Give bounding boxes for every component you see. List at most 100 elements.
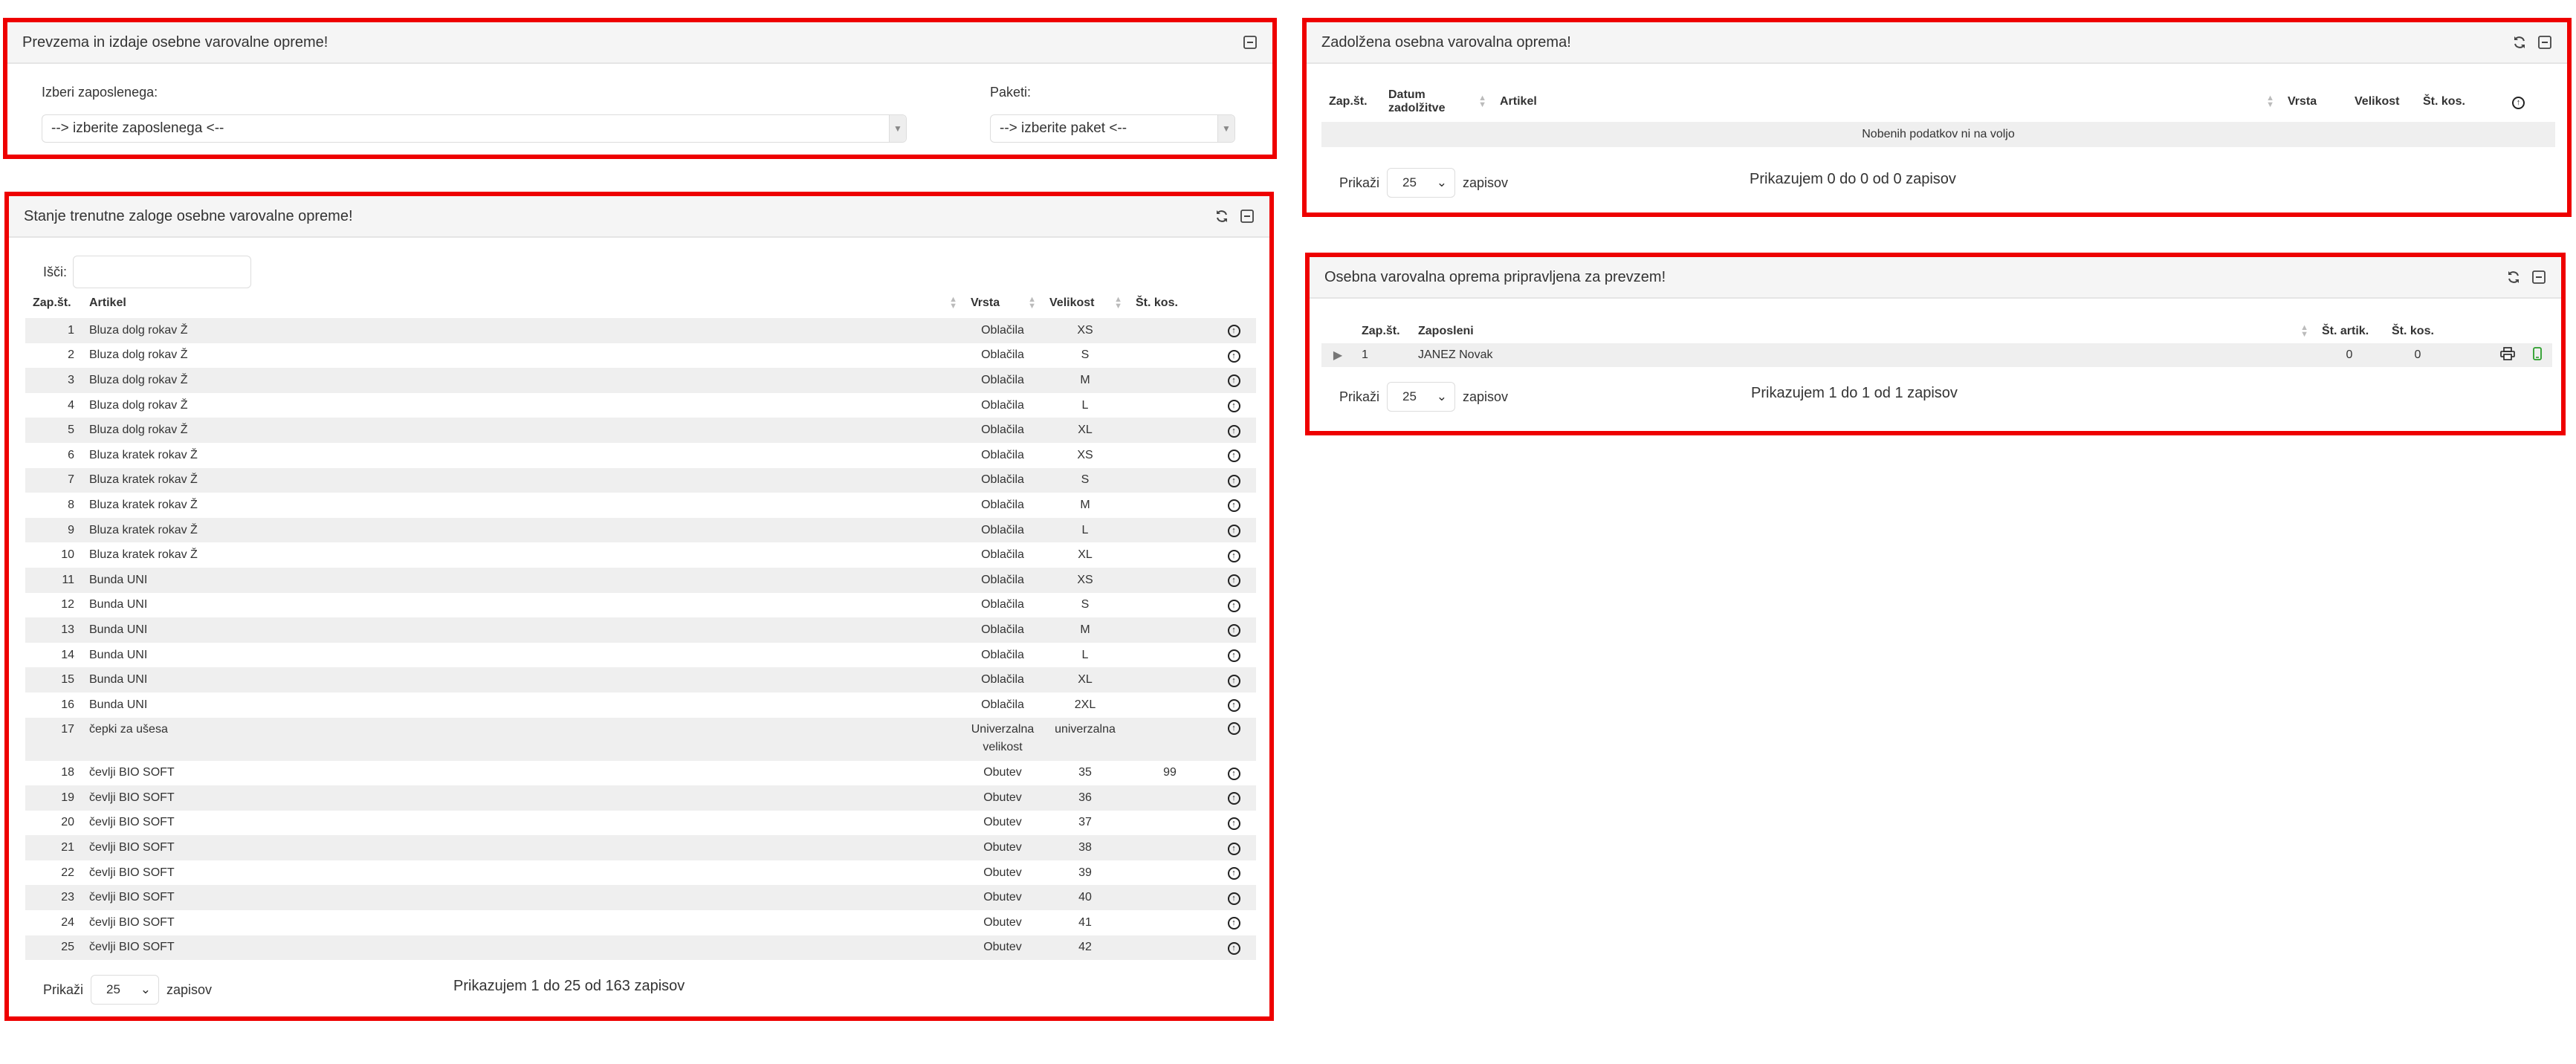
- col-header-zaposleni[interactable]: Zaposleni ▲ ▼: [1411, 319, 2314, 343]
- upload-icon[interactable]: ↑: [1227, 499, 1240, 513]
- row-action[interactable]: ↑: [1211, 418, 1256, 443]
- refresh-icon[interactable]: [2506, 270, 2521, 285]
- table-row[interactable]: 11 Bunda UNI Oblačila XS ↑: [25, 567, 1256, 593]
- upload-icon[interactable]: ↑: [1227, 624, 1240, 638]
- upload-icon[interactable]: ↑: [1227, 450, 1240, 463]
- row-action[interactable]: ↑: [1211, 785, 1256, 811]
- upload-icon[interactable]: ↑: [1227, 792, 1240, 805]
- col-header-vrsta[interactable]: Vrsta: [2280, 82, 2347, 122]
- upload-icon[interactable]: ↑: [1227, 842, 1240, 855]
- upload-icon[interactable]: ↑: [1227, 941, 1240, 955]
- col-header-vrsta[interactable]: Vrsta ▲ ▼: [963, 288, 1042, 318]
- table-row[interactable]: 17 čepki za ušesa Univerzalna velikost univ…: [25, 717, 1256, 761]
- col-header-zapst[interactable]: Zap.št.: [1354, 319, 1411, 343]
- mobile-icon[interactable]: [2522, 343, 2552, 367]
- row-action[interactable]: ↑: [1211, 860, 1256, 886]
- row-action[interactable]: ↑: [1211, 442, 1256, 468]
- upload-icon[interactable]: ↑: [1227, 374, 1240, 388]
- upload-icon[interactable]: ↑: [1227, 721, 1240, 735]
- table-row[interactable]: 14 Bunda UNI Oblačila L ↑: [25, 642, 1256, 668]
- upload-icon[interactable]: ↑: [1227, 767, 1240, 780]
- row-action[interactable]: ↑: [1211, 592, 1256, 618]
- table-row[interactable]: 24 čevlji BIO SOFT Obutev 41 ↑: [25, 910, 1256, 935]
- table-row[interactable]: 3 Bluza dolg rokav Ž Oblačila M ↑: [25, 368, 1256, 393]
- table-row[interactable]: 7 Bluza kratek rokav Ž Oblačila S ↑: [25, 467, 1256, 493]
- table-row[interactable]: 23 čevlji BIO SOFT Obutev 40 ↑: [25, 885, 1256, 911]
- refresh-icon[interactable]: [1214, 209, 1229, 224]
- table-row[interactable]: 1 Bluza dolg rokav Ž Oblačila XS ↑: [25, 318, 1256, 343]
- row-action[interactable]: ↑: [1211, 885, 1256, 911]
- row-action[interactable]: ↑: [1211, 318, 1256, 343]
- refresh-icon[interactable]: [2512, 35, 2527, 50]
- upload-icon[interactable]: ↑: [1227, 892, 1240, 905]
- upload-icon[interactable]: ↑: [1227, 917, 1240, 930]
- package-select[interactable]: --> izberite paket <-- ▼: [990, 114, 1235, 143]
- col-header-zapst[interactable]: Zap.št.: [1321, 82, 1381, 122]
- employee-select[interactable]: --> izberite zaposlenega <-- ▼: [42, 114, 907, 143]
- print-icon[interactable]: [2451, 343, 2522, 367]
- row-action[interactable]: ↑: [1211, 692, 1256, 718]
- page-length-select[interactable]: 25 ⌄: [91, 975, 160, 1005]
- upload-icon[interactable]: ↑: [1227, 599, 1240, 612]
- upload-icon[interactable]: ↑: [1227, 649, 1240, 663]
- col-header-kos[interactable]: Št. kos.: [1128, 288, 1211, 318]
- row-action[interactable]: ↑: [1211, 935, 1256, 961]
- row-action[interactable]: ↑: [1211, 835, 1256, 860]
- upload-icon[interactable]: ↑: [1227, 699, 1240, 713]
- table-row[interactable]: 25 čevlji BIO SOFT Obutev 42 ↑: [25, 935, 1256, 961]
- row-action[interactable]: ↑: [1211, 343, 1256, 369]
- table-row[interactable]: 9 Bluza kratek rokav Ž Oblačila L ↑: [25, 517, 1256, 543]
- table-row[interactable]: 12 Bunda UNI Oblačila S ↑: [25, 592, 1256, 618]
- table-row[interactable]: 18 čevlji BIO SOFT Obutev 35 99 ↑: [25, 760, 1256, 786]
- collapse-icon[interactable]: [1243, 35, 1258, 50]
- row-action[interactable]: ↑: [1211, 760, 1256, 786]
- row-action[interactable]: ↑: [1211, 467, 1256, 493]
- collapse-icon[interactable]: [2537, 35, 2552, 50]
- row-action[interactable]: ↑: [1211, 493, 1256, 518]
- table-row[interactable]: 4 Bluza dolg rokav Ž Oblačila L ↑: [25, 392, 1256, 418]
- upload-icon[interactable]: ↑: [1227, 349, 1240, 363]
- table-row[interactable]: 13 Bunda UNI Oblačila M ↑: [25, 617, 1256, 643]
- page-length-select[interactable]: 25 ⌄: [1387, 168, 1456, 198]
- upload-icon[interactable]: ↑: [1227, 674, 1240, 687]
- col-header-artikel[interactable]: Artikel ▲ ▼: [1492, 82, 2280, 122]
- col-header-datum[interactable]: Datum zadolžitve ▲ ▼: [1381, 82, 1492, 122]
- col-header-kos[interactable]: Št. kos.: [2384, 319, 2451, 343]
- table-row[interactable]: 5 Bluza dolg rokav Ž Oblačila XL ↑: [25, 418, 1256, 443]
- row-action[interactable]: ↑: [1211, 642, 1256, 668]
- upload-icon[interactable]: ↑: [1227, 424, 1240, 438]
- row-action[interactable]: ↑: [1211, 517, 1256, 543]
- upload-icon[interactable]: ↑: [1227, 549, 1240, 562]
- table-row[interactable]: 20 čevlji BIO SOFT Obutev 37 ↑: [25, 810, 1256, 836]
- collapse-icon[interactable]: [2531, 270, 2546, 285]
- page-length-select[interactable]: 25 ⌄: [1387, 382, 1456, 412]
- upload-icon[interactable]: ↑: [1227, 400, 1240, 413]
- table-row[interactable]: 21 čevlji BIO SOFT Obutev 38 ↑: [25, 835, 1256, 860]
- collapse-icon[interactable]: [1240, 209, 1255, 224]
- col-header-artikel[interactable]: Artikel ▲ ▼: [82, 288, 963, 318]
- col-header-action[interactable]: ↑: [2505, 82, 2555, 122]
- table-row[interactable]: 2 Bluza dolg rokav Ž Oblačila S ↑: [25, 343, 1256, 369]
- upload-icon[interactable]: ↑: [2512, 96, 2525, 109]
- upload-icon[interactable]: ↑: [1227, 867, 1240, 880]
- col-header-velikost[interactable]: Velikost ▲ ▼: [1042, 288, 1128, 318]
- table-row[interactable]: 19 čevlji BIO SOFT Obutev 36 ↑: [25, 785, 1256, 811]
- table-row[interactable]: 10 Bluza kratek rokav Ž Oblačila XL ↑: [25, 542, 1256, 568]
- col-header-kos[interactable]: Št. kos.: [2415, 82, 2505, 122]
- row-action[interactable]: ↑: [1211, 567, 1256, 593]
- row-action[interactable]: ↑: [1211, 617, 1256, 643]
- row-action[interactable]: ↑: [1211, 717, 1256, 761]
- row-action[interactable]: ↑: [1211, 810, 1256, 836]
- table-row[interactable]: 6 Bluza kratek rokav Ž Oblačila XS ↑: [25, 442, 1256, 468]
- upload-icon[interactable]: ↑: [1227, 325, 1240, 338]
- table-row[interactable]: 16 Bunda UNI Oblačila 2XL ↑: [25, 692, 1256, 718]
- upload-icon[interactable]: ↑: [1227, 474, 1240, 487]
- expand-toggle-icon[interactable]: ▶: [1321, 343, 1354, 367]
- table-row[interactable]: ▶ 1 JANEZ Novak 0 0: [1321, 343, 2552, 367]
- col-header-velikost[interactable]: Velikost: [2347, 82, 2415, 122]
- upload-icon[interactable]: ↑: [1227, 574, 1240, 588]
- row-action[interactable]: ↑: [1211, 667, 1256, 692]
- upload-icon[interactable]: ↑: [1227, 525, 1240, 538]
- row-action[interactable]: ↑: [1211, 910, 1256, 935]
- table-row[interactable]: 8 Bluza kratek rokav Ž Oblačila M ↑: [25, 493, 1256, 518]
